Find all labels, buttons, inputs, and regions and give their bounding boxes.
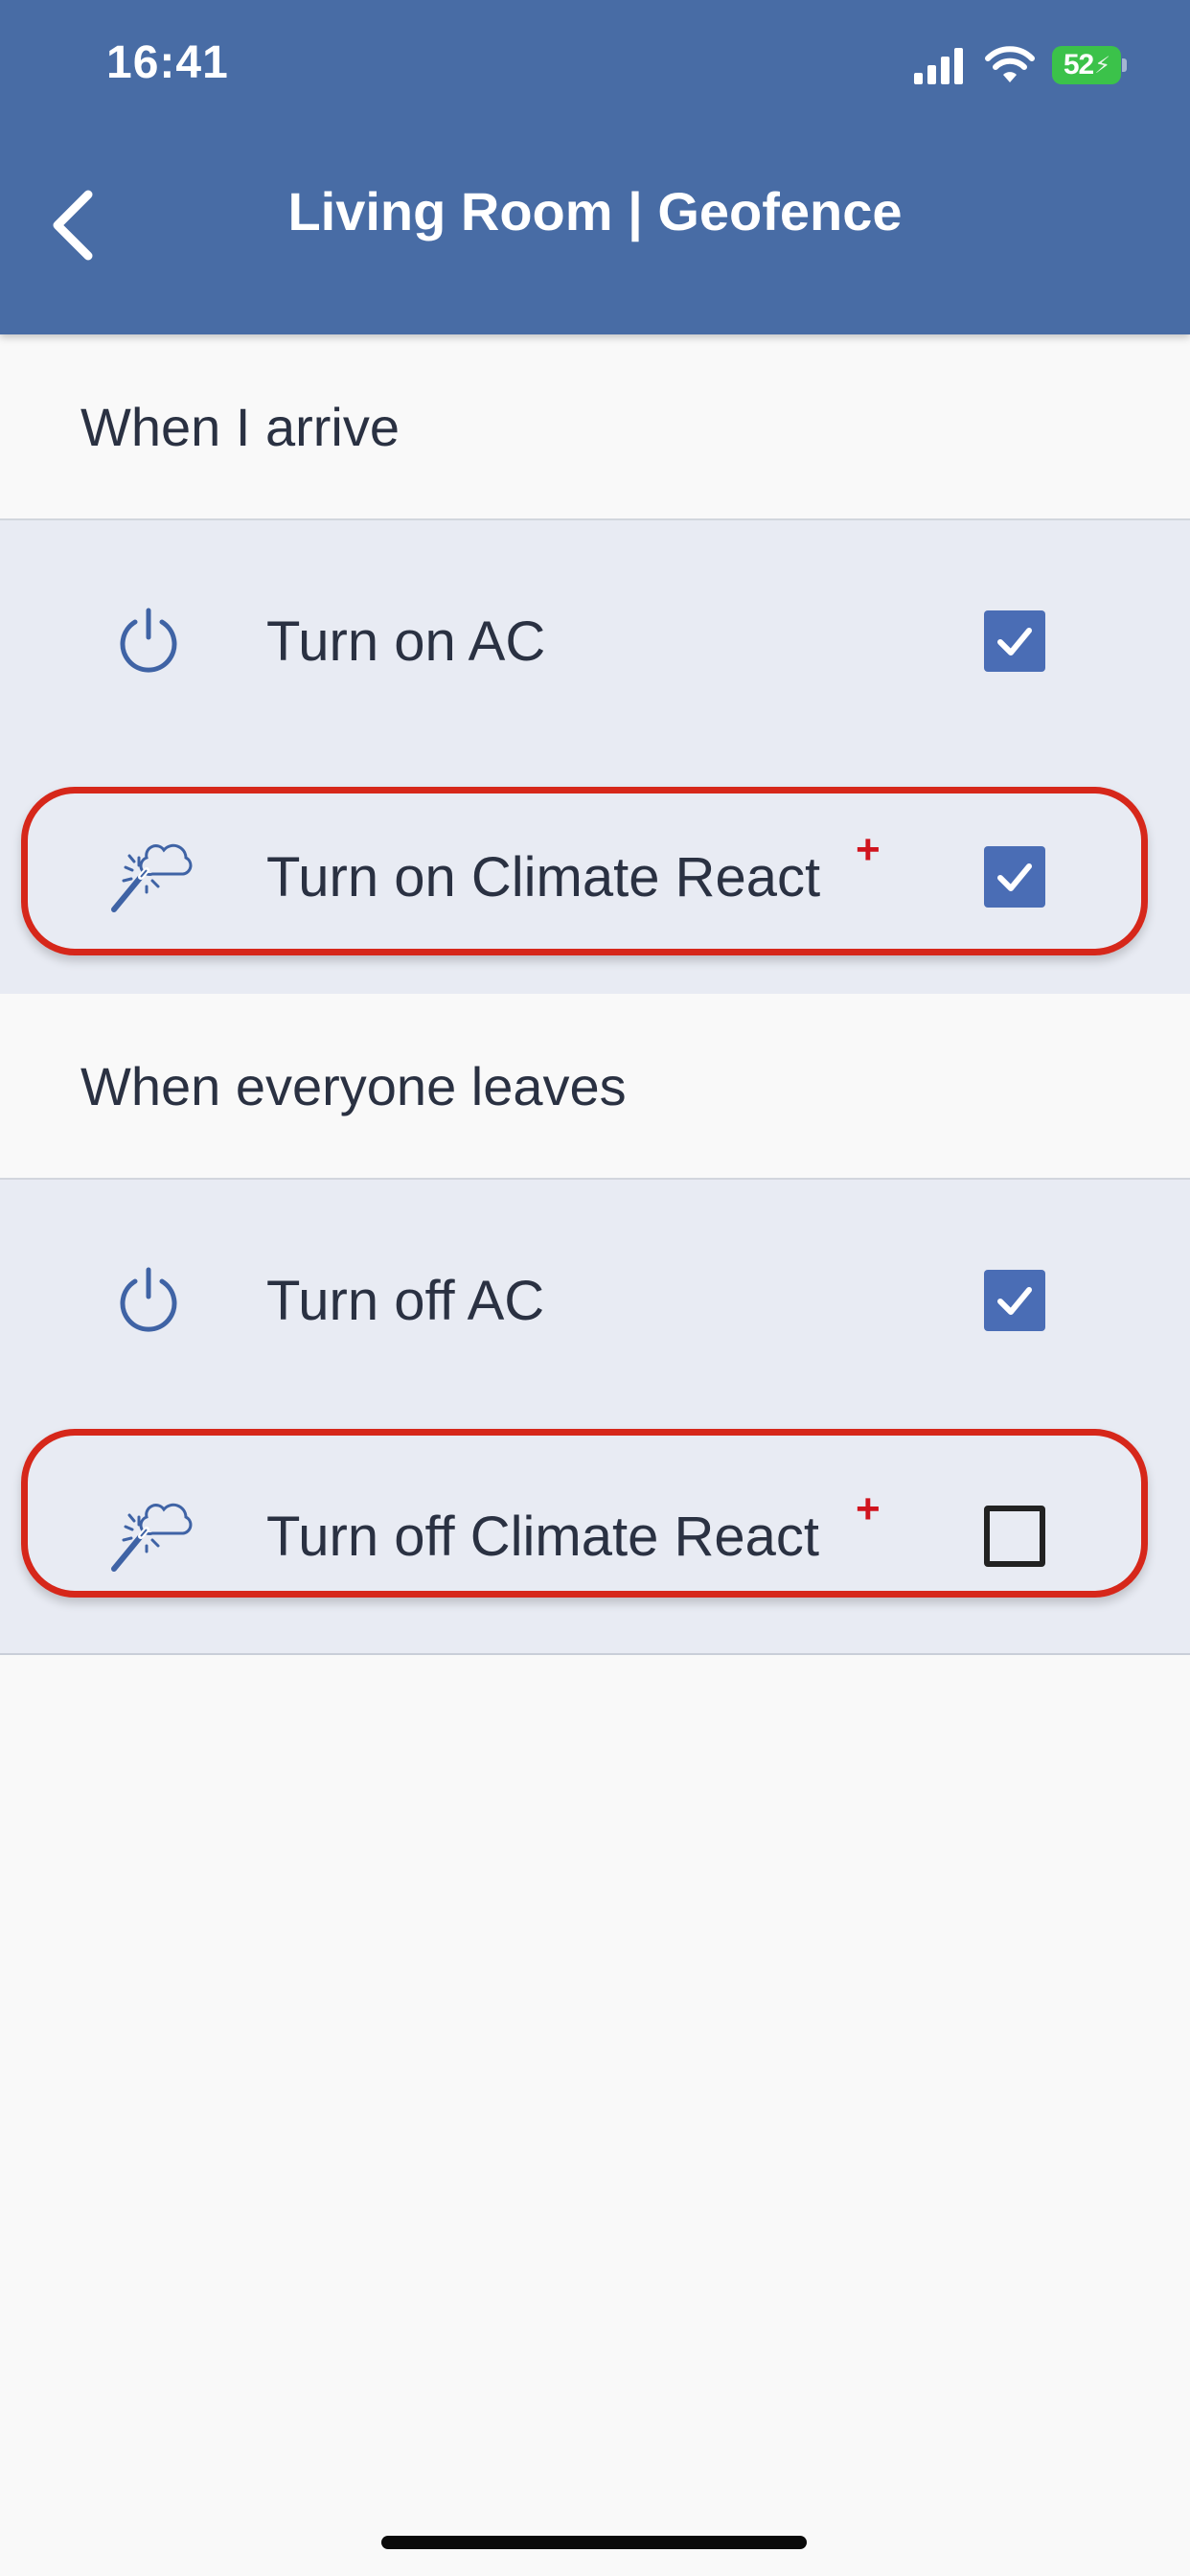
magic-wand-cloud-icon: [96, 1482, 201, 1587]
checkmark-icon: [997, 628, 1032, 656]
page-title: Living Room | Geofence: [287, 181, 903, 242]
battery-icon: 52 ⚡: [1052, 46, 1127, 84]
checkbox-turn-on-ac[interactable]: [984, 610, 1045, 672]
option-label: Turn off AC: [266, 1270, 545, 1332]
checkbox-turn-on-climate-react[interactable]: [984, 846, 1045, 908]
section-header-arrive: When I arrive: [0, 334, 1190, 520]
arrive-options: Turn on AC Turn on Climate React +: [0, 520, 1190, 996]
app-header: 16:41 52 ⚡ Living Room | Geofence: [0, 0, 1190, 334]
status-icons: 52 ⚡: [914, 44, 1127, 86]
option-turn-off-ac[interactable]: Turn off AC: [0, 1223, 1190, 1376]
checkmark-icon: [997, 1287, 1032, 1315]
power-icon: [96, 586, 201, 692]
plus-badge: +: [856, 1485, 881, 1532]
option-label: Turn off Climate React: [266, 1506, 819, 1568]
checkmark-icon: [997, 863, 1032, 891]
option-turn-on-ac[interactable]: Turn on AC: [0, 564, 1190, 717]
option-label: Turn on AC: [266, 610, 546, 673]
option-turn-off-climate-react[interactable]: Turn off Climate React +: [0, 1459, 1190, 1612]
magic-wand-cloud-icon: [96, 822, 201, 928]
checkbox-turn-off-ac[interactable]: [984, 1270, 1045, 1331]
power-icon: [96, 1246, 201, 1351]
home-indicator: [381, 2536, 807, 2549]
option-turn-on-climate-react[interactable]: Turn on Climate React +: [0, 799, 1190, 953]
leave-options: Turn off AC Turn off Climate React +: [0, 1180, 1190, 1655]
section-label: When I arrive: [80, 397, 400, 457]
option-label: Turn on Climate React: [266, 846, 821, 908]
section-label: When everyone leaves: [80, 1056, 627, 1116]
checkbox-turn-off-climate-react[interactable]: [984, 1506, 1045, 1567]
battery-level: 52: [1063, 49, 1094, 80]
cellular-signal-icon: [914, 48, 963, 84]
section-header-leave: When everyone leaves: [0, 994, 1190, 1180]
wifi-icon: [985, 46, 1035, 82]
status-time: 16:41: [106, 37, 229, 88]
plus-badge: +: [856, 826, 881, 873]
